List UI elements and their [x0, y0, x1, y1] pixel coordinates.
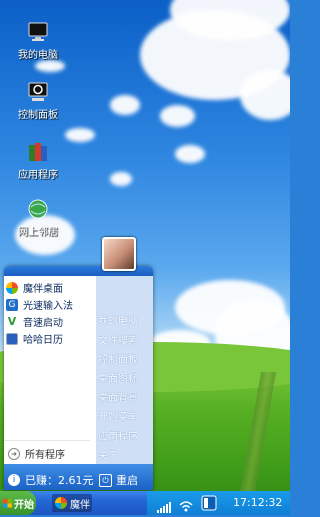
desktop-icon-applications[interactable]: 应用程序: [8, 140, 68, 181]
power-icon: ⏻: [99, 473, 112, 487]
pinwheel-icon: [55, 497, 67, 509]
app-label: 魔伴桌面: [23, 284, 63, 295]
launcher-v-icon: V: [7, 314, 17, 328]
pinwheel-icon: [6, 281, 18, 294]
start-button[interactable]: 开始: [0, 491, 36, 515]
windows-logo-icon: [3, 498, 12, 508]
user-avatar[interactable]: [102, 237, 136, 271]
input-method-icon: G: [6, 298, 18, 311]
start-menu-app-item[interactable]: 哈哈日历: [6, 330, 92, 347]
start-menu-app-item[interactable]: V 音速启动: [6, 313, 92, 330]
earnings-status: i 已赚：2.61元: [8, 472, 94, 488]
wifi-icon[interactable]: [179, 497, 193, 516]
calendar-icon: [6, 332, 18, 345]
battery-icon[interactable]: [201, 495, 217, 515]
start-menu-app-item[interactable]: G 光速输入法: [6, 296, 92, 313]
desktop-icon-network[interactable]: 网上邻居: [8, 197, 68, 238]
start-menu-link-desktop-icons[interactable]: 桌面图标: [98, 370, 152, 385]
arrow-right-icon: ➜: [8, 447, 20, 460]
desktop-icon-label: 应用程序: [18, 170, 58, 181]
start-label: 开始: [14, 499, 34, 511]
control-panel-icon: [26, 80, 50, 104]
app-label: 音速启动: [23, 318, 63, 329]
signal-icon[interactable]: [157, 498, 171, 517]
desktop-icon-my-computer[interactable]: 我的电脑: [8, 20, 68, 61]
start-menu-link-my-computer[interactable]: 我的电脑: [98, 312, 152, 327]
taskbar-clock: 17:12:32: [233, 496, 283, 509]
desktop-icon-label: 我的电脑: [18, 50, 58, 61]
computer-icon: [26, 20, 50, 44]
start-menu-link-desktop-background[interactable]: 桌面背景: [98, 389, 152, 404]
desktop-icon-label: 网上邻居: [18, 227, 58, 238]
all-programs-label: 所有程序: [25, 450, 65, 461]
app-label: 哈哈日历: [23, 335, 63, 346]
restart-button[interactable]: ⏻ 重启: [99, 472, 138, 488]
app-label: 光速输入法: [23, 301, 73, 312]
start-menu-link-start-menu[interactable]: 开始菜单: [98, 408, 152, 423]
desktop-icon-label: 控制面板: [18, 110, 58, 121]
task-label: 魔伴: [70, 499, 90, 511]
start-menu-link-file-search[interactable]: 文件搜索: [98, 332, 152, 347]
start-menu-link-about[interactable]: 关于: [98, 447, 152, 462]
start-menu-divider: [4, 440, 90, 441]
taskbar-app-button[interactable]: 魔伴: [52, 494, 92, 512]
network-icon: [26, 197, 50, 221]
start-menu-app-item[interactable]: 魔伴桌面: [6, 279, 92, 296]
info-icon: i: [8, 474, 20, 486]
all-programs-button[interactable]: ➜ 所有程序: [8, 446, 65, 461]
start-menu-link-applications[interactable]: 应用程序: [98, 428, 152, 443]
earnings-label: 已赚：2.61元: [25, 474, 94, 487]
start-menu-link-control-panel[interactable]: 控制面板: [98, 351, 152, 366]
applications-icon: [26, 140, 50, 164]
restart-label: 重启: [116, 474, 138, 487]
desktop-icon-control-panel[interactable]: 控制面板: [8, 80, 68, 121]
